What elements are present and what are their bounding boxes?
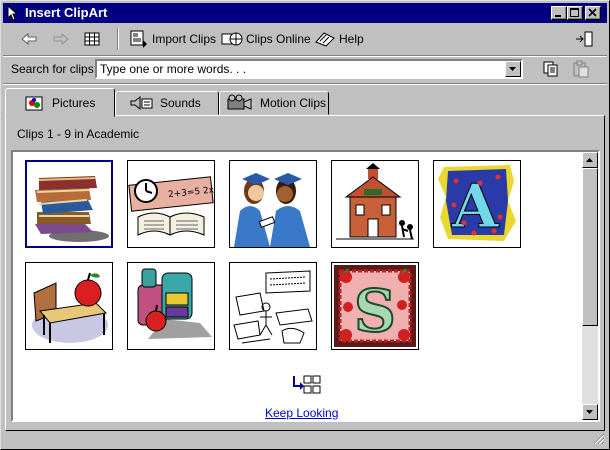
insert-clipart-window: Insert ClipArt Import Clips Clips Online [0, 0, 610, 450]
tab-sounds-label: Sounds [160, 96, 201, 110]
forward-button[interactable] [51, 28, 71, 50]
tab-motion-clips-label: Motion Clips [260, 96, 327, 110]
gallery-scrollbar[interactable] [582, 152, 598, 420]
help-label: Help [339, 32, 364, 46]
close-button[interactable] [585, 6, 601, 20]
scroll-down-button[interactable] [582, 404, 598, 420]
tab-strip: Pictures Sounds Motion Clips [1, 87, 610, 117]
tab-motion-clips[interactable]: Motion Clips [219, 91, 329, 115]
search-divider [3, 83, 607, 85]
search-dropdown-button[interactable] [505, 61, 521, 77]
search-row: Search for clips: [3, 57, 607, 81]
scroll-thumb[interactable] [582, 168, 598, 326]
keep-looking-link[interactable]: Keep Looking [265, 406, 338, 420]
import-clips-button[interactable]: Import Clips [129, 28, 216, 50]
backpack-apple-icon [137, 268, 212, 339]
window-title: Insert ClipArt [25, 5, 108, 20]
tab-sounds[interactable]: Sounds [115, 91, 219, 115]
motion-clips-icon [227, 94, 252, 110]
paste-icon [573, 60, 589, 78]
clips-online-icon [221, 32, 243, 46]
clip-thumbnail[interactable]: 2+3=5 2x4 [127, 160, 215, 248]
forward-arrow-icon [53, 32, 69, 46]
school-desk-apple-icon [32, 272, 108, 343]
clip-thumbnail[interactable] [127, 262, 215, 350]
paste-button[interactable] [571, 58, 591, 80]
close-icon [588, 8, 597, 17]
clip-thumbnail[interactable] [331, 160, 419, 248]
import-clips-label: Import Clips [152, 32, 217, 46]
svg-text:S: S [354, 277, 396, 345]
clip-thumbnail[interactable]: S [331, 262, 419, 350]
help-button[interactable]: Help [314, 28, 364, 50]
search-input[interactable] [99, 62, 504, 76]
toolbar-separator [117, 28, 119, 50]
sounds-icon [130, 95, 153, 111]
keep-looking-icon[interactable] [291, 374, 323, 398]
clipart-app-icon [7, 5, 19, 21]
chevron-down-icon [509, 67, 516, 71]
back-arrow-icon [21, 32, 37, 46]
tab-pictures[interactable]: Pictures [5, 88, 115, 117]
resize-grip-icon[interactable] [593, 433, 605, 445]
minimize-icon [555, 15, 561, 17]
clock-and-book-icon: 2+3=5 2x4 [128, 176, 214, 236]
letter-a-icon: A [438, 165, 516, 243]
small-window-icon [576, 31, 593, 47]
scroll-up-button[interactable] [582, 152, 598, 168]
clip-gallery: 2+3=5 2x4 A S Keep Looking [11, 150, 600, 422]
classroom-sketch-icon [233, 270, 313, 344]
maximize-button[interactable] [567, 6, 583, 20]
status-bar [3, 433, 607, 447]
search-label: Search for clips: [11, 62, 98, 76]
clip-thumbnail[interactable] [25, 262, 113, 350]
grid-icon [84, 32, 100, 46]
chevron-down-icon [586, 410, 593, 414]
clips-online-label: Clips Online [246, 32, 311, 46]
letter-s-strawberries-icon: S [334, 265, 416, 347]
chevron-up-icon [586, 158, 593, 162]
import-clips-icon [130, 30, 147, 48]
clip-thumbnail[interactable]: A [433, 160, 521, 248]
tab-pictures-label: Pictures [52, 95, 96, 110]
clip-thumbnail[interactable] [229, 262, 317, 350]
graduates-icon [234, 173, 310, 247]
help-icon [315, 32, 335, 47]
copy-button[interactable] [541, 58, 561, 80]
toolbar: Import Clips Clips Online Help [3, 25, 607, 55]
pictures-icon [25, 96, 43, 110]
back-button[interactable] [19, 28, 39, 50]
change-to-small-window-button[interactable] [573, 28, 595, 50]
clip-thumbnail[interactable] [25, 160, 113, 248]
clips-online-button[interactable]: Clips Online [221, 28, 311, 50]
minimize-button[interactable] [551, 6, 567, 20]
clips-caption: Clips 1 - 9 in Academic [17, 127, 140, 141]
copy-icon [543, 61, 558, 77]
schoolhouse-icon [336, 163, 414, 240]
maximize-icon [570, 8, 579, 17]
search-combobox[interactable] [95, 59, 523, 79]
clip-thumbnail[interactable] [229, 160, 317, 248]
stack-of-books-icon [35, 176, 109, 242]
all-categories-button[interactable] [83, 28, 101, 50]
title-bar[interactable]: Insert ClipArt [3, 3, 607, 23]
